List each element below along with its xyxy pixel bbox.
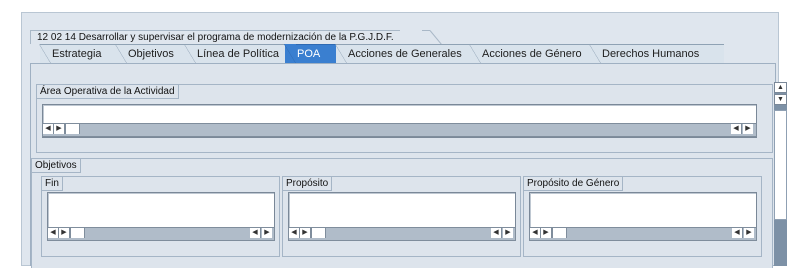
proposito-group: Propósito ◀ ▶ ◀ ▶	[282, 176, 521, 257]
record-title: 12 02 14 Desarrollar y supervisar el pro…	[30, 30, 400, 44]
area-operativa-title: Área Operativa de la Actividad	[37, 85, 179, 99]
arrow-right-icon[interactable]: ▶	[743, 124, 753, 134]
arrow-down-icon[interactable]: ▼	[774, 94, 787, 105]
arrow-left-icon[interactable]: ◀	[530, 228, 541, 238]
tab-acciones-de-genero[interactable]: Acciones de Género	[469, 44, 600, 64]
scroll-thumb[interactable]	[65, 124, 80, 134]
arrow-right-icon[interactable]: ▶	[300, 228, 311, 238]
arrow-right-icon[interactable]: ▶	[262, 228, 272, 238]
proposito-genero-hscroll[interactable]: ◀ ▶ ◀ ▶	[529, 227, 757, 241]
arrow-left-icon[interactable]: ◀	[43, 124, 54, 134]
tab-label: Derechos Humanos	[602, 48, 700, 60]
scroll-track[interactable]	[774, 110, 787, 220]
tab-acciones-de-generales[interactable]: Acciones de Generales	[335, 44, 476, 64]
tab-label: Línea de Política	[197, 48, 279, 60]
proposito-hscroll[interactable]: ◀ ▶ ◀ ▶	[288, 227, 516, 241]
fin-group: Fin ◀ ▶ ◀ ▶	[41, 176, 280, 257]
scroll-thumb[interactable]	[552, 228, 567, 238]
arrow-right-icon[interactable]: ▶	[744, 228, 754, 238]
proposito-genero-title: Propósito de Género	[524, 177, 624, 191]
arrow-left-icon[interactable]: ◀	[48, 228, 59, 238]
tab-derechos-humanos[interactable]: Derechos Humanos	[589, 44, 724, 64]
tab-strip: Estrategia Objetivos Línea de Política P…	[30, 44, 780, 64]
area-operativa-group: Área Operativa de la Actividad ◀ ▶ ◀ ▶	[36, 84, 773, 153]
record-title-slant	[422, 30, 442, 45]
scroll-thumb[interactable]	[70, 228, 85, 238]
tab-linea-de-politica[interactable]: Línea de Política	[184, 44, 295, 64]
arrow-right-icon[interactable]: ▶	[503, 228, 513, 238]
fin-title: Fin	[42, 177, 63, 191]
objetivos-title: Objetivos	[32, 159, 81, 173]
arrow-left-icon[interactable]: ◀	[732, 228, 743, 238]
tab-label: Objetivos	[128, 48, 174, 60]
tab-label: Estrategia	[52, 48, 102, 60]
arrow-left-icon[interactable]: ◀	[250, 228, 261, 238]
area-operativa-hscroll[interactable]: ◀ ▶ ◀ ▶	[42, 123, 757, 137]
arrow-right-icon[interactable]: ▶	[59, 228, 70, 238]
arrow-right-icon[interactable]: ▶	[54, 124, 65, 134]
fin-hscroll[interactable]: ◀ ▶ ◀ ▶	[47, 227, 275, 241]
arrow-right-icon[interactable]: ▶	[541, 228, 552, 238]
scroll-thumb[interactable]	[311, 228, 326, 238]
tab-label: Acciones de Generales	[348, 48, 462, 60]
arrow-left-icon[interactable]: ◀	[491, 228, 502, 238]
tab-label: Acciones de Género	[482, 48, 582, 60]
arrow-left-icon[interactable]: ◀	[731, 124, 742, 134]
arrow-up-icon[interactable]: ▲	[774, 82, 787, 93]
tab-label: POA	[297, 48, 321, 60]
vertical-scrollbar[interactable]: ▲ ▼	[774, 82, 787, 266]
arrow-left-icon[interactable]: ◀	[289, 228, 300, 238]
poa-panel: Área Operativa de la Actividad ◀ ▶ ◀ ▶ O…	[30, 63, 776, 268]
proposito-genero-group: Propósito de Género ◀ ▶ ◀ ▶	[523, 176, 762, 257]
objetivos-group: Objetivos Fin ◀ ▶ ◀ ▶ Propósito ◀ ▶ ◀ ▶ …	[31, 158, 773, 268]
proposito-title: Propósito	[283, 177, 333, 191]
